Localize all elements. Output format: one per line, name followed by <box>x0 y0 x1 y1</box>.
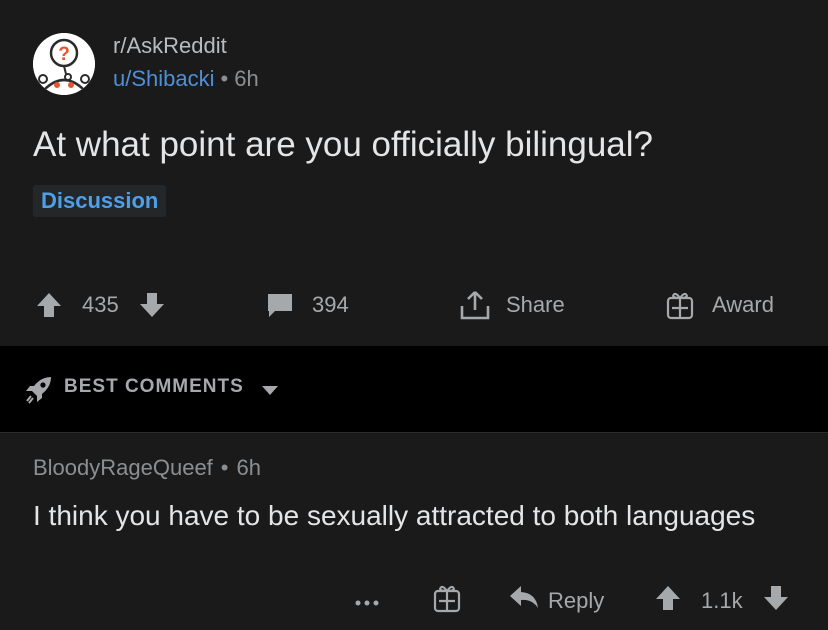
meta-separator: • <box>220 66 229 91</box>
subreddit-name[interactable]: r/AskReddit <box>113 33 227 59</box>
post-card: ? r/AskReddit u/Shibacki • 6h At what poin… <box>0 0 828 346</box>
upvote-arrow-icon[interactable] <box>653 583 683 619</box>
post-vote-group: 435 <box>34 280 167 330</box>
comment-bubble-icon <box>265 290 295 320</box>
subreddit-avatar[interactable]: ? <box>33 33 95 95</box>
downvote-arrow-icon[interactable] <box>137 290 167 320</box>
caret-down-icon <box>261 383 279 401</box>
comment-award-button[interactable] <box>432 578 462 624</box>
post-flair[interactable]: Discussion <box>33 185 167 217</box>
post-title[interactable]: At what point are you officially bilingu… <box>33 125 653 165</box>
post-action-bar: 435 394 Share Award <box>0 280 828 330</box>
reply-button[interactable]: Reply <box>508 578 604 624</box>
gift-icon <box>432 583 462 619</box>
svg-text:?: ? <box>58 44 70 65</box>
post-age: 6h <box>234 66 259 91</box>
comment-action-bar: Reply 1.1k <box>0 578 828 624</box>
share-label: Share <box>506 292 565 317</box>
post-meta: u/Shibacki • 6h <box>113 66 259 92</box>
share-button[interactable]: Share <box>459 280 565 330</box>
upvote-arrow-icon[interactable] <box>34 290 64 320</box>
comment-age: 6h <box>236 455 261 480</box>
award-label: Award <box>712 292 774 317</box>
downvote-arrow-icon[interactable] <box>761 583 791 619</box>
comment-meta: BloodyRageQueef • 6h <box>33 455 261 481</box>
gift-icon <box>665 290 695 320</box>
more-dots-icon <box>354 588 380 614</box>
comment-meta-separator: • <box>220 455 229 480</box>
comment-body: I think you have to be sexually attracte… <box>33 500 756 531</box>
reply-label: Reply <box>548 588 605 613</box>
rocket-icon <box>24 374 54 409</box>
reply-arrow-icon <box>508 583 540 619</box>
comment-author[interactable]: BloodyRageQueef <box>33 455 213 480</box>
share-icon <box>459 289 491 321</box>
comment-score: 1.1k <box>701 588 743 613</box>
comment-sort-bar[interactable]: BEST COMMENTS <box>0 346 828 433</box>
sort-label: BEST COMMENTS <box>64 376 244 397</box>
comment-more-button[interactable] <box>354 578 380 624</box>
award-button[interactable]: Award <box>665 280 774 330</box>
comment-vote-group: 1.1k <box>653 578 791 624</box>
askreddit-snoo-icon: ? <box>33 33 95 95</box>
post-score: 435 <box>82 292 119 317</box>
post-author[interactable]: u/Shibacki <box>113 66 215 91</box>
comment-count: 394 <box>312 292 349 317</box>
comments-button[interactable]: 394 <box>265 280 349 330</box>
